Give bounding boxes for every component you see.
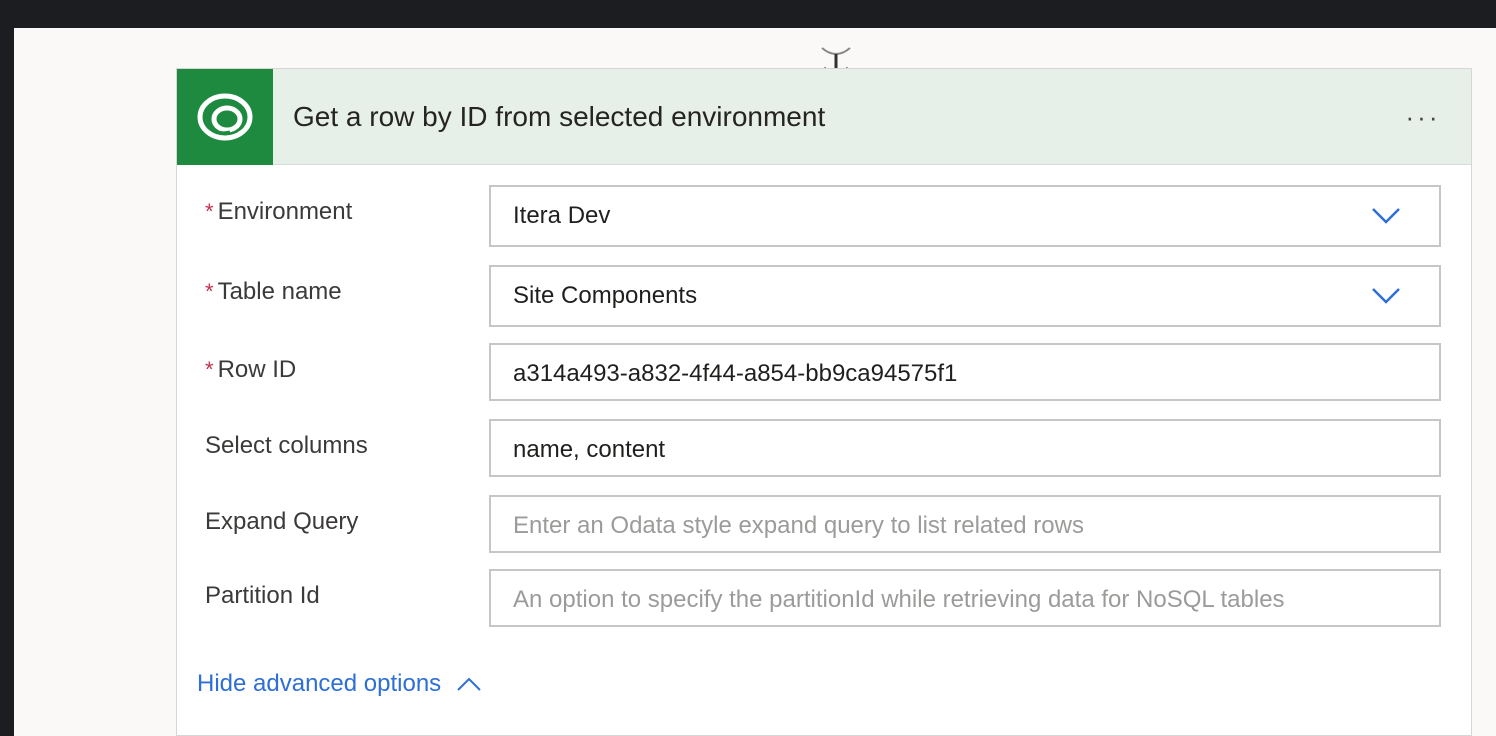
partition-id-input[interactable]: An option to specify the partitionId whi…	[489, 569, 1441, 627]
action-card: Get a row by ID from selected environmen…	[176, 68, 1472, 736]
partition-id-placeholder: An option to specify the partitionId whi…	[513, 586, 1285, 613]
required-asterisk: *	[205, 279, 214, 304]
field-label-row-id: * Row ID	[205, 356, 297, 383]
chevron-up-icon	[457, 677, 481, 691]
field-row-expand-query: Expand Query Enter an Odata style expand…	[177, 495, 1471, 557]
environment-value: Itera Dev	[513, 202, 611, 229]
required-asterisk: *	[205, 357, 214, 382]
row-id-value: a314a493-a832-4f44-a854-bb9ca94575f1	[513, 360, 958, 387]
field-row-row-id: * Row ID a314a493-a832-4f44-a854-bb9ca945…	[177, 343, 1471, 405]
field-row-table-name: * Table name Site Components	[177, 265, 1471, 327]
action-card-header[interactable]: Get a row by ID from selected environmen…	[177, 69, 1471, 165]
table-name-dropdown[interactable]: Site Components	[489, 265, 1441, 327]
hide-advanced-options-link[interactable]: Hide advanced options	[197, 669, 483, 699]
more-options-button[interactable]: ···	[1395, 97, 1451, 137]
required-asterisk: *	[205, 199, 214, 224]
advanced-options-label: Hide advanced options	[197, 670, 442, 697]
field-row-environment: * Environment Itera Dev	[177, 185, 1471, 247]
field-label-expand-query: Expand Query	[205, 508, 359, 535]
table-name-value: Site Components	[513, 282, 698, 309]
expand-query-input[interactable]: Enter an Odata style expand query to lis…	[489, 495, 1441, 553]
field-label-table-name: * Table name	[205, 278, 342, 305]
chevron-down-icon[interactable]	[1371, 285, 1401, 307]
field-row-select-columns: Select columns name, content	[177, 419, 1471, 481]
field-label-partition-id: Partition Id	[205, 582, 320, 609]
expand-query-placeholder: Enter an Odata style expand query to lis…	[513, 512, 1084, 539]
environment-dropdown[interactable]: Itera Dev	[489, 185, 1441, 247]
field-label-select-columns: Select columns	[205, 432, 368, 459]
select-columns-input[interactable]: name, content	[489, 419, 1441, 477]
action-title[interactable]: Get a row by ID from selected environmen…	[293, 99, 825, 135]
field-row-partition-id: Partition Id An option to specify the pa…	[177, 569, 1471, 631]
select-columns-value: name, content	[513, 436, 666, 463]
field-label-environment: * Environment	[205, 198, 353, 225]
row-id-input[interactable]: a314a493-a832-4f44-a854-bb9ca94575f1	[489, 343, 1441, 401]
dataverse-icon	[177, 69, 273, 165]
chevron-down-icon[interactable]	[1371, 205, 1401, 227]
